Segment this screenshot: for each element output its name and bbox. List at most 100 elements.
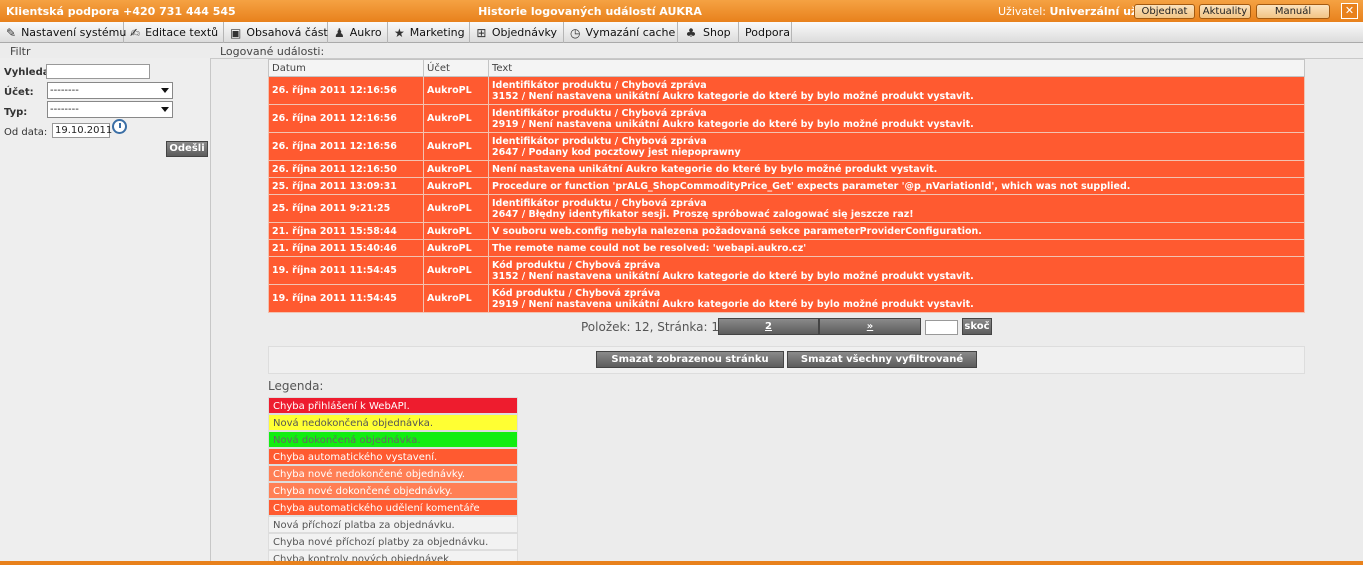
delete-filtered-button[interactable]: Smazat všechny vyfiltrované bbox=[787, 351, 977, 368]
chevron-down-icon bbox=[161, 88, 169, 93]
menu-item-content[interactable]: ▣ Obsahová část bbox=[224, 22, 328, 43]
order-button[interactable]: Objednat bbox=[1134, 4, 1195, 19]
submit-button[interactable]: Odešli bbox=[166, 141, 208, 157]
row-date: 25. října 2011 9:21:25 bbox=[268, 194, 424, 223]
row-text: Identifikátor produktu / Chybová zpráva 2… bbox=[488, 132, 1305, 161]
row-text-line: The remote name could not be resolved: '… bbox=[492, 242, 807, 254]
table-row[interactable]: 25. října 2011 13:09:31 AukroPL Procedure … bbox=[268, 177, 1305, 195]
type-value: -------- bbox=[50, 104, 79, 115]
menu-item-label: Editace textů bbox=[145, 26, 219, 39]
goto-page-input[interactable] bbox=[925, 320, 958, 335]
row-date: 26. října 2011 12:16:56 bbox=[268, 76, 424, 105]
row-text-line: Identifikátor produktu / Chybová zpráva bbox=[492, 135, 707, 147]
table-row[interactable]: 21. října 2011 15:40:46 AukroPL The remote… bbox=[268, 239, 1305, 257]
row-account: AukroPL bbox=[423, 222, 489, 240]
table-row[interactable]: 19. října 2011 11:54:45 AukroPL Kód produk… bbox=[268, 284, 1305, 313]
manual-button[interactable]: Manuál bbox=[1256, 4, 1330, 19]
legend-item: Nová dokončená objednávka. bbox=[268, 431, 518, 448]
menu-item-label: Vymazání cache bbox=[585, 26, 676, 39]
menu-item-text-editing[interactable]: ✍ Editace textů bbox=[124, 22, 224, 43]
page-2-button[interactable]: 2 bbox=[718, 318, 819, 335]
table-row[interactable]: 26. října 2011 12:16:56 AukroPL Identifiká… bbox=[268, 76, 1305, 105]
column-header-account: Účet bbox=[423, 59, 489, 77]
legend-item: Chyba automatického vystavení. bbox=[268, 448, 518, 465]
account-value: -------- bbox=[50, 85, 79, 96]
menu-item-marketing[interactable]: ★ Marketing bbox=[388, 22, 470, 43]
row-text-line: 2647 / Podany kod pocztowy jest niepopra… bbox=[492, 146, 741, 158]
table-row[interactable]: 26. října 2011 12:16:56 AukroPL Identifiká… bbox=[268, 104, 1305, 133]
from-date-input[interactable]: 19.10.2011 bbox=[52, 123, 112, 138]
menu-item-label: Shop bbox=[703, 26, 731, 39]
legend-item: Chyba nové dokončené objednávky. bbox=[268, 482, 518, 499]
menu-item-label: Aukro bbox=[349, 26, 382, 39]
row-text: Není nastavena unikátní Aukro kategorie … bbox=[488, 160, 1305, 178]
account-select[interactable]: -------- bbox=[47, 82, 173, 99]
row-text-line: Kód produktu / Chybová zpráva bbox=[492, 259, 661, 271]
table-row[interactable]: 21. října 2011 15:58:44 AukroPL V souboru … bbox=[268, 222, 1305, 240]
legend-item: Chyba přihlášení k WebAPI. bbox=[268, 397, 518, 414]
menu-item-shop[interactable]: ♣ Shop bbox=[678, 22, 739, 43]
table-row[interactable]: 19. října 2011 11:54:45 AukroPL Kód produk… bbox=[268, 256, 1305, 285]
table-row[interactable]: 26. října 2011 12:16:50 AukroPL Není nasta… bbox=[268, 160, 1305, 178]
row-text-line: Není nastavena unikátní Aukro kategorie … bbox=[492, 163, 938, 175]
goto-page-button[interactable]: skoč bbox=[962, 318, 992, 335]
row-account: AukroPL bbox=[423, 160, 489, 178]
menu-item-label: Podpora bbox=[745, 26, 790, 39]
row-date: 26. října 2011 12:16:50 bbox=[268, 160, 424, 178]
person-icon: ♟ bbox=[334, 25, 345, 40]
legend-item: Chyba nové příchozí platby za objednávku… bbox=[268, 533, 518, 550]
table-row[interactable]: 25. října 2011 9:21:25 AukroPL Identifikát… bbox=[268, 194, 1305, 223]
menu-item-label: Marketing bbox=[409, 26, 465, 39]
close-icon[interactable]: ✕ bbox=[1341, 3, 1358, 19]
type-select[interactable]: -------- bbox=[47, 101, 173, 118]
calendar-clock-icon[interactable] bbox=[112, 119, 127, 134]
legend-title: Legenda: bbox=[268, 379, 324, 393]
column-header-text: Text bbox=[488, 59, 1305, 77]
row-date: 21. října 2011 15:40:46 bbox=[268, 239, 424, 257]
row-text-line: Procedure or function 'prALG_ShopCommodi… bbox=[492, 180, 1131, 192]
shop-icon: ♣ bbox=[685, 25, 697, 40]
bottom-bar bbox=[0, 561, 1363, 565]
menu-item-support[interactable]: Podpora bbox=[739, 22, 792, 43]
menu-item-clear-cache[interactable]: ◷ Vymazání cache bbox=[564, 22, 678, 43]
row-text-line: V souboru web.config nebyla nalezena pož… bbox=[492, 225, 982, 237]
wrench-icon: ✎ bbox=[6, 25, 17, 40]
delete-page-button[interactable]: Smazat zobrazenou stránku bbox=[596, 351, 784, 368]
row-text-line: 3152 / Není nastavena unikátní Aukro kat… bbox=[492, 90, 974, 102]
log-table: Datum Účet Text 26. října 2011 12:16:56 A… bbox=[268, 59, 1305, 313]
row-date: 19. října 2011 11:54:45 bbox=[268, 256, 424, 285]
from-date-label: Od data: bbox=[4, 127, 48, 138]
menu-item-aukro[interactable]: ♟ Aukro bbox=[328, 22, 388, 43]
row-text-line: 2919 / Není nastavena unikátní Aukro kat… bbox=[492, 118, 974, 130]
row-account: AukroPL bbox=[423, 284, 489, 313]
pager-summary: Položek: 12, Stránka: 1 bbox=[581, 320, 720, 334]
row-text: Procedure or function 'prALG_ShopCommodi… bbox=[488, 177, 1305, 195]
main-menu: ✎ Nastavení systému ✍ Editace textů ▣ Obsah… bbox=[0, 22, 1363, 43]
row-text: V souboru web.config nebyla nalezena pož… bbox=[488, 222, 1305, 240]
chevron-down-icon bbox=[161, 107, 169, 112]
news-button[interactable]: Aktuality bbox=[1199, 4, 1251, 19]
row-text: The remote name could not be resolved: '… bbox=[488, 239, 1305, 257]
legend-item: Nová nedokončená objednávka. bbox=[268, 414, 518, 431]
star-icon: ★ bbox=[394, 25, 405, 40]
menu-item-orders[interactable]: ⊞ Objednávky bbox=[470, 22, 564, 43]
table-row[interactable]: 26. října 2011 12:16:56 AukroPL Identifiká… bbox=[268, 132, 1305, 161]
legend-item: Nová příchozí platba za objednávku. bbox=[268, 516, 518, 533]
row-date: 26. října 2011 12:16:56 bbox=[268, 132, 424, 161]
row-text-line: 3152 / Není nastavena unikátní Aukro kat… bbox=[492, 270, 974, 282]
filter-header: Filtr bbox=[10, 45, 31, 58]
row-text-line: Identifikátor produktu / Chybová zpráva bbox=[492, 79, 707, 91]
row-text-line: 2647 / Błędny identyfikator sesji. Prosz… bbox=[492, 208, 914, 220]
menu-item-label: Nastavení systému bbox=[21, 26, 127, 39]
legend-item: Chyba automatického udělení komentáře ku… bbox=[268, 499, 518, 531]
row-account: AukroPL bbox=[423, 256, 489, 285]
row-date: 21. října 2011 15:58:44 bbox=[268, 222, 424, 240]
title-bar: Klientská podpora +420 731 444 545 Histo… bbox=[0, 0, 1363, 22]
next-page-button[interactable]: » bbox=[819, 318, 921, 335]
cart-icon: ⊞ bbox=[476, 25, 487, 40]
row-date: 19. října 2011 11:54:45 bbox=[268, 284, 424, 313]
menu-item-system-settings[interactable]: ✎ Nastavení systému bbox=[0, 22, 127, 43]
search-input[interactable] bbox=[46, 64, 150, 79]
row-text-line: Identifikátor produktu / Chybová zpráva bbox=[492, 197, 707, 209]
edit-icon: ✍ bbox=[130, 25, 141, 40]
